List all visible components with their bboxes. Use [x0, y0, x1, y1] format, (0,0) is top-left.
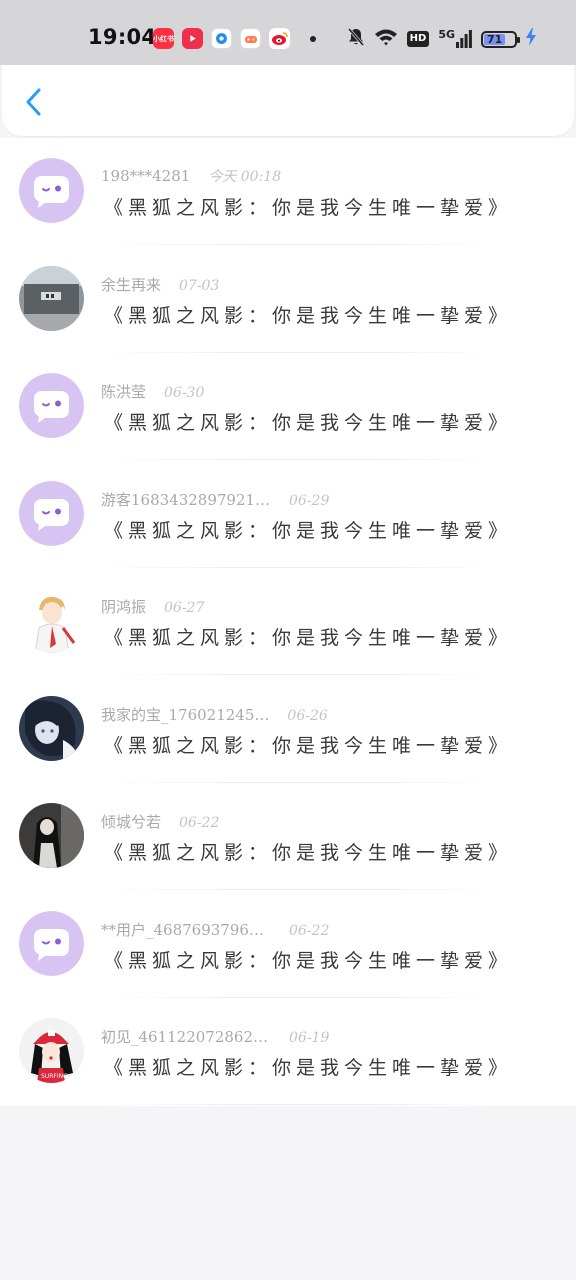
more-notifications-dot: [310, 35, 316, 42]
comment-date: 06-22: [179, 815, 220, 831]
avatar[interactable]: [19, 265, 84, 331]
battery-fill: 71: [484, 32, 506, 46]
status-bar: 19:04 小红书 HD 5G 71: [0, 0, 576, 65]
list-item[interactable]: 我家的宝_176021245… 06-26 《黑狐之风影：你是我今生唯一挚爱》: [0, 676, 576, 783]
list-item[interactable]: SURFING 初见_4611220728626… 06-19 《黑狐之风影：你是我…: [0, 998, 576, 1105]
comment-text: 《黑狐之风影：你是我今生唯一挚爱》: [104, 197, 513, 219]
comment-date: 06-29: [289, 492, 330, 509]
game-icon: [240, 28, 261, 49]
network-generation: 5G: [438, 28, 455, 41]
weibo-icon: [269, 28, 290, 49]
comment-list: 198***4281 今天 00:18 《黑狐之风影：你是我今生唯一挚爱》 余生再来…: [0, 138, 576, 1106]
list-item[interactable]: 198***4281 今天 00:18 《黑狐之风影：你是我今生唯一挚爱》: [0, 138, 576, 245]
xiaohongshu-icon: 小红书: [153, 28, 174, 49]
username[interactable]: 游客16834328979216K23: [101, 489, 271, 510]
comment-text: 《黑狐之风影：你是我今生唯一挚爱》: [104, 304, 513, 327]
top-nav-bar: [2, 65, 574, 136]
browser-icon: [211, 28, 232, 49]
list-item[interactable]: 陈洪莹 06-30 《黑狐之风影：你是我今生唯一挚爱》: [0, 353, 576, 460]
comment-meta: 初见_4611220728626… 06-19: [101, 1026, 329, 1047]
comment-date: 06-27: [164, 600, 205, 616]
comment-date: 06-26: [287, 707, 328, 724]
username[interactable]: 倾城兮若: [101, 811, 161, 832]
comment-text: 《黑狐之风影：你是我今生唯一挚爱》: [104, 412, 513, 434]
comment-text: 《黑狐之风影：你是我今生唯一挚爱》: [104, 519, 513, 542]
system-indicators: HD 5G 71: [347, 27, 536, 51]
comment-text: 《黑狐之风影：你是我今生唯一挚爱》: [104, 627, 513, 649]
avatar[interactable]: [19, 803, 84, 868]
avatar[interactable]: SURFING: [19, 1018, 84, 1083]
chevron-left-icon: [26, 88, 41, 116]
comment-meta: **用户_46876937962… 06-22: [101, 919, 329, 940]
list-item[interactable]: 余生再来 07-03 《黑狐之风影：你是我今生唯一挚爱》: [0, 246, 576, 353]
cellular-signal-icon: 5G: [438, 28, 472, 48]
comment-text: 《黑狐之风影：你是我今生唯一挚爱》: [104, 842, 513, 864]
username[interactable]: **用户_46876937962…: [101, 919, 271, 940]
comment-meta: 198***4281 今天 00:18: [101, 166, 281, 186]
avatar[interactable]: [19, 373, 84, 438]
charging-bolt-icon: [526, 28, 536, 50]
svg-text:SURFING: SURFING: [41, 1073, 68, 1080]
comment-meta: 阴鸿振 06-27: [101, 596, 204, 617]
comment-meta: 陈洪莹 06-30: [101, 381, 204, 402]
username[interactable]: 198***4281: [101, 167, 190, 185]
avatar[interactable]: [19, 910, 84, 976]
list-item[interactable]: 游客16834328979216K23 06-29 《黑狐之风影：你是我今生唯一挚爱…: [0, 461, 576, 568]
comment-date: 今天 00:18: [208, 169, 282, 185]
comment-date: 06-19: [289, 1030, 330, 1046]
list-item[interactable]: **用户_46876937962… 06-22 《黑狐之风影：你是我今生唯一挚爱》: [0, 891, 576, 998]
comment-meta: 倾城兮若 06-22: [101, 811, 219, 832]
hd-badge: HD: [406, 31, 430, 47]
comment-text: 《黑狐之风影：你是我今生唯一挚爱》: [104, 1057, 513, 1079]
status-time: 19:04: [88, 25, 157, 49]
comment-date: 06-22: [289, 922, 330, 939]
row-divider: [100, 1104, 490, 1105]
mute-bell-icon: [347, 27, 365, 51]
list-item[interactable]: 倾城兮若 06-22 《黑狐之风影：你是我今生唯一挚爱》: [0, 783, 576, 890]
username[interactable]: 余生再来: [101, 274, 161, 295]
back-button[interactable]: [16, 85, 50, 119]
comment-text: 《黑狐之风影：你是我今生唯一挚爱》: [104, 949, 513, 972]
comment-date: 06-30: [164, 385, 205, 401]
avatar[interactable]: [19, 588, 84, 653]
username[interactable]: 我家的宝_176021245…: [101, 704, 269, 725]
battery-level: 71: [486, 32, 503, 46]
list-item[interactable]: 阴鸿振 06-27 《黑狐之风影：你是我今生唯一挚爱》: [0, 568, 576, 675]
comment-text: 《黑狐之风影：你是我今生唯一挚爱》: [104, 734, 513, 757]
avatar[interactable]: [19, 480, 84, 546]
comment-meta: 余生再来 07-03: [101, 274, 219, 295]
comment-meta: 我家的宝_176021245… 06-26: [101, 704, 328, 725]
video-play-icon: [182, 28, 203, 49]
username[interactable]: 陈洪莹: [101, 381, 146, 402]
avatar[interactable]: [19, 158, 84, 223]
battery-indicator: 71: [481, 30, 520, 48]
comment-date: 07-03: [179, 277, 220, 294]
notification-app-icons: 小红书: [153, 28, 316, 49]
avatar[interactable]: [19, 695, 84, 761]
comment-meta: 游客16834328979216K23 06-29: [101, 489, 329, 510]
username[interactable]: 初见_4611220728626…: [101, 1026, 271, 1047]
wifi-icon: [374, 28, 398, 50]
username[interactable]: 阴鸿振: [101, 596, 146, 617]
